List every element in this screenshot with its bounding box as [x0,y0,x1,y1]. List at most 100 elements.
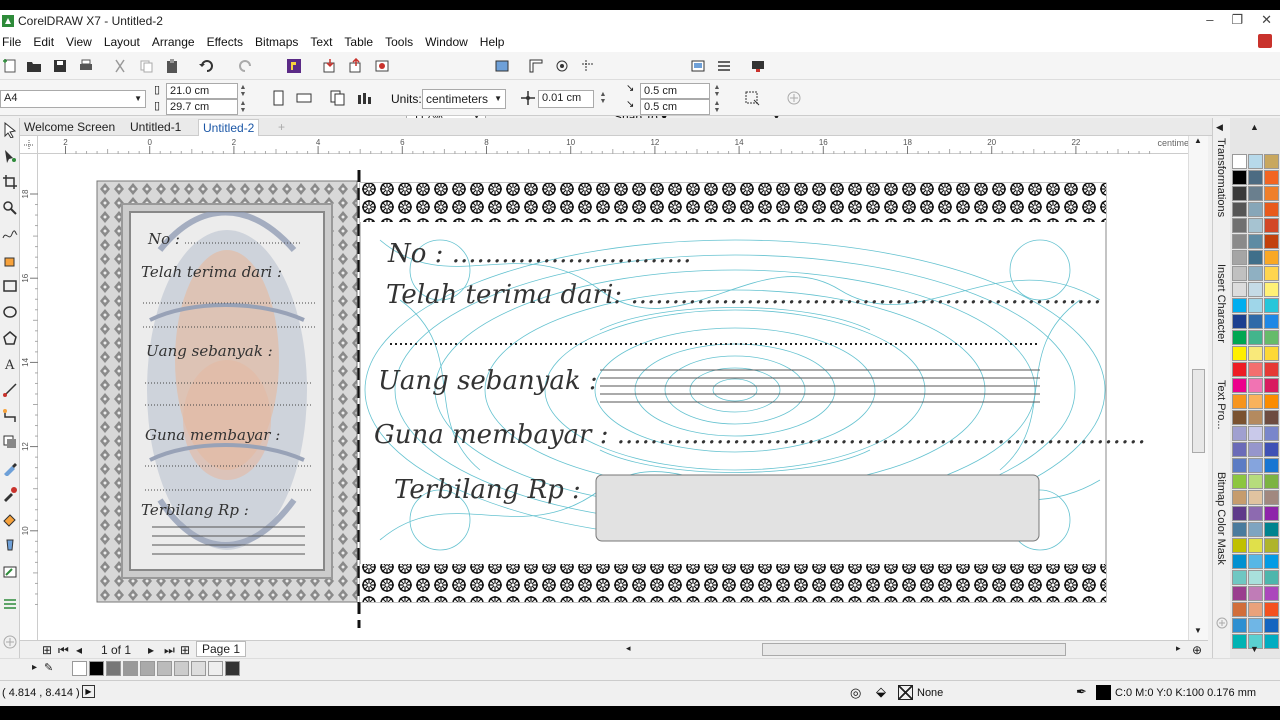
palette-scroll-down-icon[interactable]: ▼ [1250,644,1259,654]
next-page-icon[interactable]: ▸ [148,643,154,657]
color-swatch[interactable] [1264,218,1279,233]
units-select[interactable]: centimeters ▼ [422,89,506,109]
color-swatch[interactable] [1264,586,1279,601]
color-swatch[interactable] [1232,586,1247,601]
new-document-icon[interactable] [2,58,18,74]
application-launcher-icon[interactable] [750,58,766,74]
color-swatch[interactable] [1232,474,1247,489]
color-swatch[interactable] [1232,602,1247,617]
scroll-up-icon[interactable]: ▲ [1194,136,1202,145]
user-account-icon[interactable] [1258,34,1272,48]
color-swatch[interactable] [1248,426,1263,441]
vertical-ruler[interactable]: 18 16 14 12 10 [20,154,38,640]
color-swatch[interactable] [1264,250,1279,265]
landscape-orientation-icon[interactable] [296,90,312,106]
menu-effects[interactable]: Effects [205,35,251,49]
document-color-swatch[interactable] [123,661,138,676]
color-swatch[interactable] [1232,458,1247,473]
color-swatch[interactable] [1232,618,1247,633]
color-swatch[interactable] [1264,506,1279,521]
document-color-swatch[interactable] [106,661,121,676]
color-swatch[interactable] [1232,234,1247,249]
status-arrow-icon[interactable]: ▶ [82,685,95,698]
options-icon[interactable] [716,58,732,74]
connector-tool-icon[interactable] [2,408,18,424]
new-tab-icon[interactable]: + [274,119,289,136]
color-swatch[interactable] [1248,378,1263,393]
color-swatch[interactable] [1232,634,1247,649]
color-swatch[interactable] [1232,490,1247,505]
color-swatch[interactable] [1264,538,1279,553]
docker-insert-character[interactable]: Insert Character [1215,264,1227,343]
print-icon[interactable] [78,58,94,74]
transparency-tool-icon[interactable] [2,460,18,476]
color-swatch[interactable] [1264,266,1279,281]
color-swatch[interactable] [1264,186,1279,201]
nudge-distance-field[interactable]: 0.01 cm [538,90,594,108]
color-swatch[interactable] [1264,202,1279,217]
page-width-field[interactable]: 21.0 cm [166,83,238,99]
color-eyedropper-tool-icon[interactable] [2,486,18,502]
color-swatch[interactable] [1264,378,1279,393]
text-tool-icon[interactable]: A [2,356,18,372]
color-swatch[interactable] [1232,154,1247,169]
duplicate-distance-x-field[interactable]: 0.5 cm [640,83,710,99]
import-icon[interactable] [322,58,338,74]
color-swatch[interactable] [1232,218,1247,233]
receipt-stub[interactable]: No : Telah terima dari : Uang sebanyak :… [96,180,358,603]
menu-edit[interactable]: Edit [31,35,62,49]
document-color-swatch[interactable] [225,661,240,676]
color-swatch[interactable] [1264,154,1279,169]
color-swatch[interactable] [1264,474,1279,489]
color-swatch[interactable] [1248,586,1263,601]
menu-help[interactable]: Help [478,35,513,49]
color-swatch[interactable] [1248,202,1263,217]
current-page-icon[interactable] [356,90,372,106]
copy-icon[interactable] [138,58,154,74]
menu-arrange[interactable]: Arrange [150,35,203,49]
color-swatch[interactable] [1232,506,1247,521]
first-page-icon[interactable]: ⏮ [58,643,69,658]
docpal-arrow-icon[interactable]: ▸ [32,662,37,673]
height-spinner-arrows[interactable]: ▲ ▼ [238,100,248,114]
document-color-swatch[interactable] [140,661,155,676]
undo-icon[interactable] [198,58,214,74]
document-color-swatch[interactable] [89,661,104,676]
document-color-swatch[interactable] [191,661,206,676]
save-icon[interactable] [52,58,68,74]
add-page-after-icon[interactable]: ⊞ [180,643,190,657]
document-color-swatch[interactable] [174,661,189,676]
color-swatch[interactable] [1232,170,1247,185]
horizontal-scroll-thumb[interactable] [762,643,1066,656]
color-swatch[interactable] [1248,346,1263,361]
receipt-main[interactable]: No : ............................. Telah… [359,182,1146,603]
vertical-scroll-thumb[interactable] [1192,369,1205,453]
color-swatch[interactable] [1248,298,1263,313]
color-swatch[interactable] [1264,554,1279,569]
dup-x-spinner-arrows[interactable]: ▲ ▼ [712,84,722,98]
color-swatch[interactable] [1232,442,1247,457]
color-swatch[interactable] [1264,618,1279,633]
color-swatch[interactable] [1248,506,1263,521]
open-folder-icon[interactable] [26,58,42,74]
crop-tool-icon[interactable] [2,174,18,190]
menu-table[interactable]: Table [342,35,381,49]
color-swatch[interactable] [1248,250,1263,265]
color-swatch[interactable] [1264,282,1279,297]
tab-untitled-1[interactable]: Untitled-1 [126,119,185,136]
pick-tool-icon[interactable] [2,122,18,138]
publish-pdf-icon[interactable] [374,58,390,74]
color-swatch[interactable] [1264,442,1279,457]
menu-text[interactable]: Text [308,35,340,49]
duplicate-distance-y-field[interactable]: 0.5 cm [640,99,710,115]
color-swatch[interactable] [1248,234,1263,249]
color-swatch[interactable] [1248,458,1263,473]
page-size-select[interactable]: A4 ▼ [0,90,146,108]
document-color-swatch[interactable] [157,661,172,676]
all-pages-icon[interactable] [330,90,346,106]
color-swatch[interactable] [1232,570,1247,585]
color-swatch[interactable] [1264,362,1279,377]
color-swatch[interactable] [1232,202,1247,217]
color-swatch[interactable] [1232,266,1247,281]
tab-untitled-2[interactable]: Untitled-2 [198,119,260,136]
